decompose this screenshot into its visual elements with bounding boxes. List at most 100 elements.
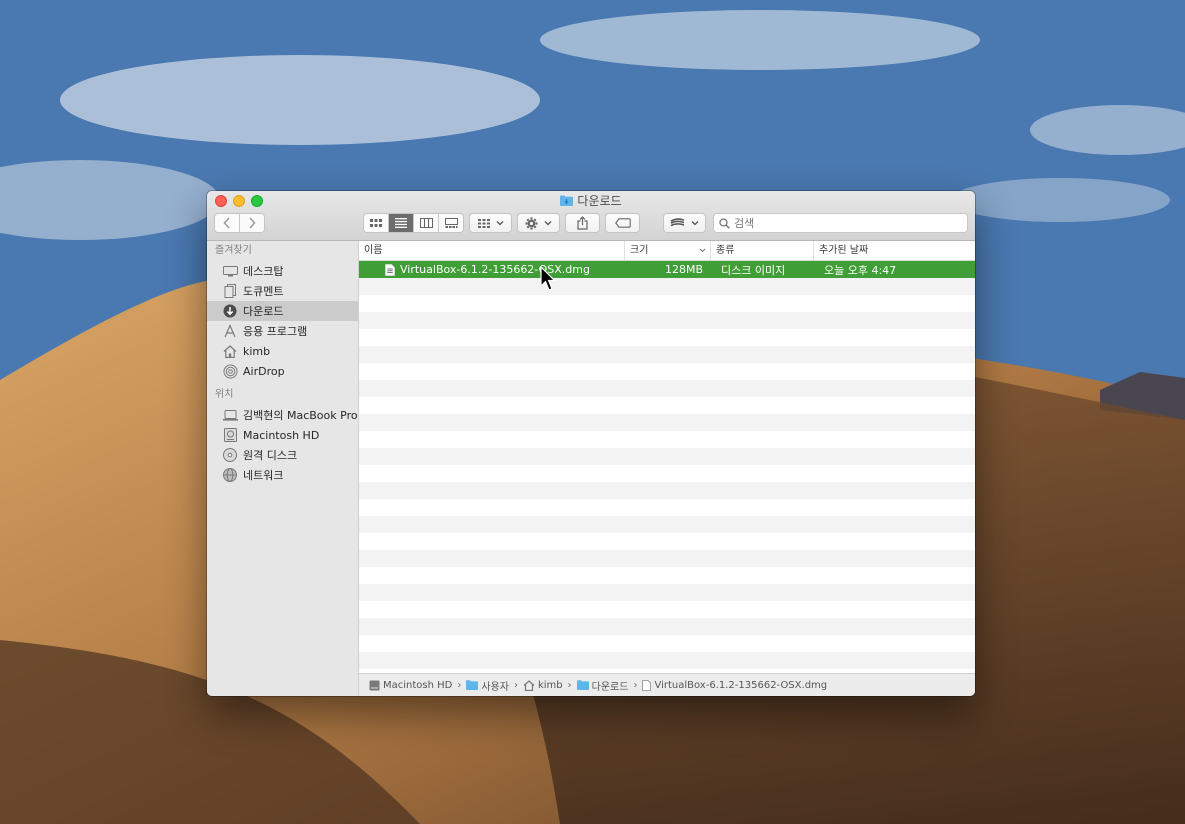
empty-row bbox=[359, 499, 975, 516]
column-header-size-label: 크기 bbox=[630, 245, 649, 256]
sidebar-item-home[interactable]: kimb bbox=[207, 341, 358, 361]
path-separator-icon: › bbox=[457, 679, 462, 691]
home-icon bbox=[222, 343, 238, 359]
group-icon bbox=[477, 218, 490, 228]
home-icon bbox=[523, 679, 535, 691]
empty-row bbox=[359, 584, 975, 601]
sidebar-item-label: 도큐멘트 bbox=[243, 285, 284, 298]
mouse-pointer-icon bbox=[540, 266, 556, 291]
sidebar-item-documents[interactable]: 도큐멘트 bbox=[207, 281, 358, 301]
forward-button[interactable] bbox=[240, 214, 264, 232]
sidebar-item-label: 응용 프로그램 bbox=[243, 325, 308, 338]
search-input[interactable] bbox=[734, 216, 954, 230]
empty-row bbox=[359, 346, 975, 363]
dropbox-icon bbox=[670, 218, 685, 227]
disk-icon bbox=[222, 427, 238, 443]
downloads-folder-icon bbox=[576, 680, 589, 690]
share-button[interactable] bbox=[565, 213, 600, 233]
file-list: 이름 크기 종류 추가된 날짜 VirtualBox-6.1.2-135662-… bbox=[359, 241, 975, 674]
empty-row bbox=[359, 635, 975, 652]
sidebar-item-remote-disc[interactable]: 원격 디스크 bbox=[207, 445, 358, 465]
empty-row bbox=[359, 482, 975, 499]
file-size: 128MB bbox=[664, 263, 703, 276]
search-field[interactable] bbox=[713, 213, 968, 233]
back-button[interactable] bbox=[215, 214, 240, 232]
search-icon bbox=[719, 217, 730, 229]
path-separator-icon: › bbox=[633, 679, 638, 691]
gallery-view-button[interactable] bbox=[439, 214, 463, 232]
view-mode-group bbox=[363, 213, 464, 233]
empty-row bbox=[359, 329, 975, 346]
sidebar-item-label: 다운로드 bbox=[243, 305, 284, 318]
gear-icon bbox=[525, 217, 538, 229]
empty-row bbox=[359, 618, 975, 635]
column-header-name[interactable]: 이름 bbox=[359, 241, 625, 260]
sidebar-item-desktop[interactable]: 데스크탑 bbox=[207, 261, 358, 281]
file-date-added: 오늘 오후 4:47 bbox=[824, 263, 897, 277]
empty-row bbox=[359, 516, 975, 533]
path-item-label: Macintosh HD bbox=[383, 679, 453, 691]
share-icon bbox=[577, 216, 588, 230]
window-title-text: 다운로드 bbox=[577, 194, 622, 208]
chevron-down-icon bbox=[496, 221, 503, 226]
path-item-macintosh-hd[interactable]: Macintosh HD bbox=[369, 680, 452, 691]
icon-view-icon bbox=[370, 218, 382, 227]
desktop-icon bbox=[222, 263, 238, 279]
users-folder-icon bbox=[466, 680, 479, 690]
list-view-icon bbox=[395, 218, 407, 228]
path-item-downloads[interactable]: 다운로드 bbox=[576, 678, 628, 693]
sidebar-item-label: 김백현의 MacBook Pro bbox=[243, 409, 358, 422]
forward-icon bbox=[249, 217, 256, 229]
downloads-icon bbox=[222, 303, 238, 319]
file-row[interactable]: VirtualBox-6.1.2-135662-OSX.dmg 128MB 디스… bbox=[359, 261, 975, 278]
sidebar-item-label: 네트워크 bbox=[243, 469, 284, 482]
remote-disc-icon bbox=[222, 447, 238, 463]
dropbox-button[interactable] bbox=[663, 213, 706, 233]
back-forward-group bbox=[214, 213, 265, 233]
disk-icon bbox=[369, 680, 380, 690]
group-button[interactable] bbox=[469, 213, 512, 233]
documents-icon bbox=[222, 283, 238, 299]
empty-row bbox=[359, 601, 975, 618]
column-header-kind[interactable]: 종류 bbox=[711, 241, 814, 260]
locations-header: 위치 bbox=[215, 389, 234, 400]
path-item-home[interactable]: kimb bbox=[523, 680, 563, 691]
column-header-size[interactable]: 크기 bbox=[625, 241, 711, 260]
document-icon bbox=[642, 679, 652, 691]
path-item-label: kimb bbox=[537, 679, 563, 691]
empty-row bbox=[359, 380, 975, 397]
sidebar-item-label: Macintosh HD bbox=[243, 428, 320, 442]
action-button[interactable] bbox=[517, 213, 560, 233]
gallery-view-icon bbox=[444, 218, 458, 228]
column-view-button[interactable] bbox=[414, 214, 439, 232]
list-view-button[interactable] bbox=[389, 214, 414, 232]
sidebar-item-macbook[interactable]: 김백현의 MacBook Pro bbox=[207, 405, 358, 425]
sidebar-item-downloads[interactable]: 다운로드 bbox=[207, 301, 358, 321]
path-item-users[interactable]: 사용자 bbox=[466, 678, 509, 693]
icon-view-button[interactable] bbox=[364, 214, 389, 232]
sidebar-item-airdrop[interactable]: AirDrop bbox=[207, 361, 358, 381]
empty-row bbox=[359, 363, 975, 380]
sidebar-item-label: 데스크탑 bbox=[243, 265, 284, 278]
network-icon bbox=[222, 467, 238, 483]
sidebar-item-label: 원격 디스크 bbox=[243, 449, 298, 462]
path-item-file[interactable]: VirtualBox-6.1.2-135662-OSX.dmg bbox=[642, 680, 827, 691]
empty-row bbox=[359, 550, 975, 567]
sidebar-item-label: kimb bbox=[243, 344, 271, 358]
empty-row bbox=[359, 397, 975, 414]
column-header-date[interactable]: 추가된 날짜 bbox=[814, 241, 975, 260]
favorites-header: 즐겨찾기 bbox=[215, 245, 252, 256]
tag-icon bbox=[614, 218, 631, 228]
path-item-label: VirtualBox-6.1.2-135662-OSX.dmg bbox=[654, 679, 828, 691]
path-bar: Macintosh HD › 사용자 › kimb › 다운로드 › Virtu… bbox=[359, 673, 975, 696]
sidebar-item-network[interactable]: 네트워크 bbox=[207, 465, 358, 485]
sidebar-item-applications[interactable]: 응용 프로그램 bbox=[207, 321, 358, 341]
sort-chevron-icon bbox=[699, 248, 706, 253]
tags-button[interactable] bbox=[605, 213, 640, 233]
back-icon bbox=[223, 217, 230, 229]
empty-row bbox=[359, 465, 975, 482]
chevron-down-icon bbox=[544, 221, 552, 226]
applications-icon bbox=[222, 323, 238, 339]
sidebar-item-label: AirDrop bbox=[243, 364, 285, 378]
sidebar-item-macintosh-hd[interactable]: Macintosh HD bbox=[207, 425, 358, 445]
